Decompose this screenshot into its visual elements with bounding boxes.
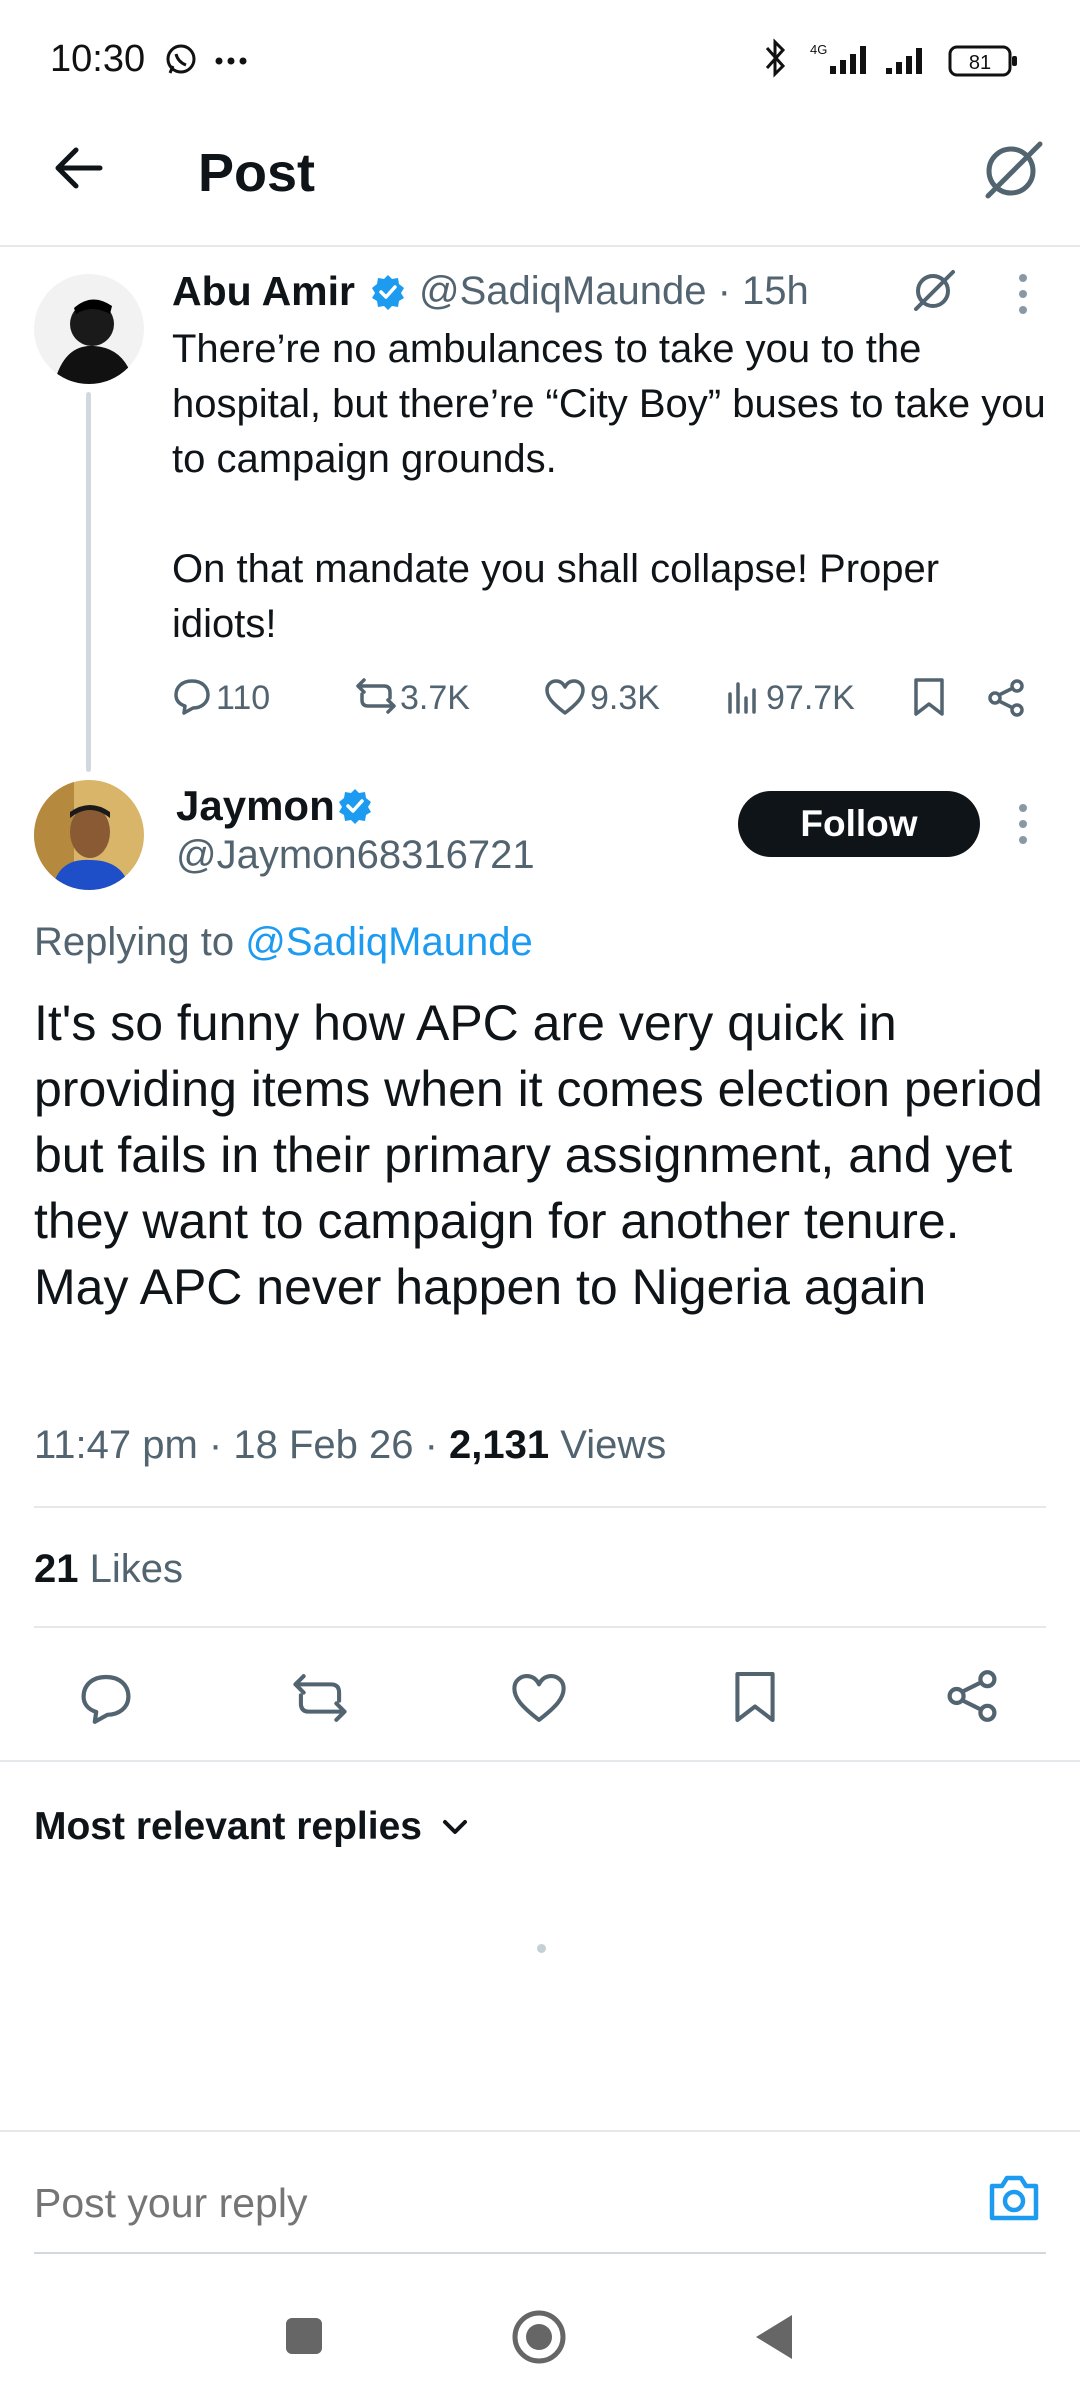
composer-divider [0, 2130, 1080, 2132]
avatar-jaymon[interactable] [34, 780, 144, 890]
section-divider [0, 1760, 1080, 1762]
header-divider [0, 245, 1080, 247]
verified-badge-icon [336, 787, 374, 825]
camera-icon[interactable] [986, 2172, 1042, 2224]
network-label: 4G [810, 42, 827, 57]
replying-to-line: Replying to @SadiqMaunde [34, 920, 533, 965]
likes-count: 21 [34, 1547, 79, 1591]
grok-icon[interactable] [980, 136, 1046, 202]
share-action-icon[interactable] [944, 1668, 1000, 1724]
replying-prefix: Replying to [34, 920, 235, 964]
post-meta: 11:47 pm · 18 Feb 26 · 2,131 Views [34, 1423, 666, 1468]
thread-connector-line [86, 392, 91, 772]
back-button[interactable] [50, 140, 106, 196]
follow-button[interactable]: Follow [738, 791, 980, 857]
bookmark-icon[interactable] [912, 676, 946, 718]
repost-action-icon[interactable] [290, 1670, 350, 1726]
main-more-options-icon[interactable] [1016, 802, 1030, 846]
parent-author-handle[interactable]: @SadiqMaunde · 15h [419, 269, 809, 314]
chevron-down-icon [440, 1817, 470, 1837]
replies-sort-dropdown[interactable]: Most relevant replies [34, 1805, 470, 1849]
replies-sort-label: Most relevant replies [34, 1805, 422, 1848]
repost-icon[interactable] [354, 676, 398, 716]
reply-icon[interactable] [172, 676, 212, 716]
loading-indicator [537, 1944, 546, 1953]
battery-level: 81 [969, 52, 991, 74]
reply-count: 110 [216, 679, 271, 717]
post-timestamp: 11:47 pm · 18 Feb 26 · [34, 1423, 450, 1467]
like-icon[interactable] [544, 678, 586, 716]
parent-paragraph-1: There’re no ambulances to take you to th… [172, 327, 1046, 481]
post-views-label: Views [549, 1423, 667, 1467]
main-author-handle[interactable]: @Jaymon68316721 [176, 833, 535, 878]
recents-button[interactable] [284, 2316, 324, 2356]
main-post-text: It's so funny how APC are very quick in … [34, 995, 1043, 1315]
divider [34, 1626, 1046, 1628]
divider [34, 1506, 1046, 1508]
reply-input[interactable] [34, 2180, 934, 2227]
like-action-icon[interactable] [510, 1672, 568, 1724]
grok-icon-small[interactable] [910, 266, 958, 314]
parent-paragraph-2: On that mandate you shall collapse! Prop… [172, 547, 940, 646]
parent-author-name[interactable]: Abu Amir [172, 268, 355, 315]
like-count: 9.3K [590, 679, 660, 717]
verified-badge-icon [369, 273, 407, 311]
cellular-signal-2-icon [884, 46, 934, 76]
reply-underline [34, 2252, 1046, 2254]
home-button[interactable] [510, 2308, 568, 2366]
post-views-count[interactable]: 2,131 [449, 1423, 549, 1467]
parent-more-options-icon[interactable] [1016, 272, 1030, 316]
bluetooth-icon [762, 38, 788, 78]
battery-icon: 81 [948, 44, 1020, 78]
views-icon[interactable] [726, 680, 760, 714]
page-title: Post [198, 143, 316, 203]
likes-summary[interactable]: 21 Likes [34, 1547, 183, 1592]
replying-to-mention[interactable]: @SadiqMaunde [245, 920, 532, 964]
repost-count: 3.7K [400, 679, 470, 717]
share-icon[interactable] [986, 678, 1026, 718]
avatar-abu-amir[interactable] [34, 274, 144, 384]
whatsapp-icon [163, 42, 199, 78]
likes-label: Likes [78, 1547, 183, 1591]
more-notifications-icon [214, 56, 250, 66]
views-count: 97.7K [766, 679, 855, 717]
parent-post-text: There’re no ambulances to take you to th… [172, 322, 1052, 652]
cellular-signal-icon: 4G [808, 42, 874, 76]
main-author-name[interactable]: Jaymon [176, 782, 335, 830]
reply-action-icon[interactable] [78, 1670, 134, 1726]
bookmark-action-icon[interactable] [732, 1668, 778, 1726]
status-time: 10:30 [50, 38, 146, 80]
back-nav-button[interactable] [752, 2312, 796, 2362]
